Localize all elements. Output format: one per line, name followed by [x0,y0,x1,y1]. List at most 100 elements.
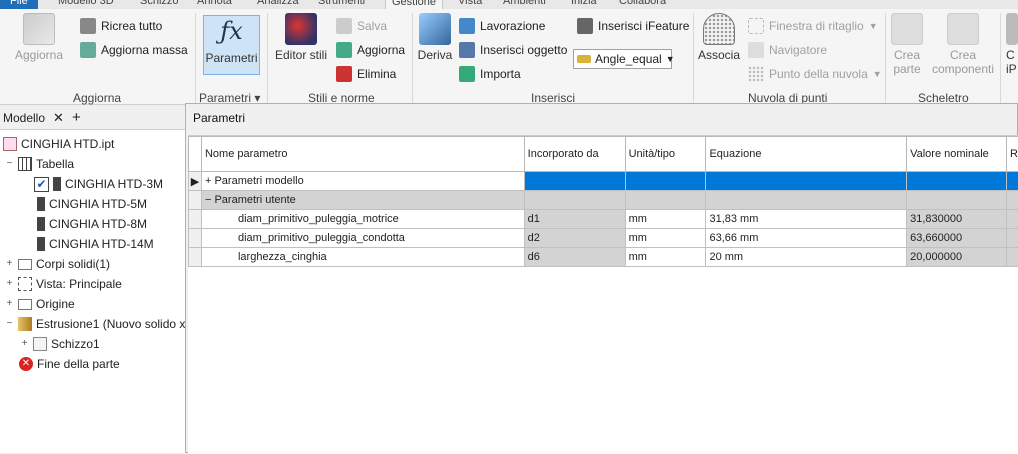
punto-nuvola-button[interactable]: Punto della nuvola ▼ [748,63,882,85]
unit-cell[interactable]: mm [625,210,706,229]
tree-label: Origine [36,297,75,311]
col-header-r[interactable]: R [1006,137,1018,172]
group-row-modello[interactable]: ▶ + Parametri modello [189,172,1018,191]
param-name-cell[interactable]: diam_primitivo_puleggia_motrice [201,210,524,229]
tab-ambienti[interactable]: Ambienti [503,0,546,9]
aggiorna-stili-button[interactable]: Aggiorna [336,39,405,61]
group-row-utente[interactable]: − Parametri utente [189,191,1018,210]
ifeature-combo[interactable]: Angle_equal ▼ [573,49,672,69]
tree-item-corpi-solidi[interactable]: + Corpi solidi(1) [5,254,110,274]
lavorazione-button[interactable]: Lavorazione [459,15,545,37]
expand-icon[interactable]: + [5,260,14,269]
tree-item-htd-8m[interactable]: CINGHIA HTD-8M [37,214,147,234]
tab-modello[interactable]: Modello [3,111,45,125]
separator [1000,13,1001,103]
navigatore-button[interactable]: Navigatore [748,39,827,61]
tree-item-estrusione1[interactable]: − Estrusione1 (Nuovo solido x lar [5,314,202,334]
tab-schizzo[interactable]: Schizzo [140,0,179,9]
col-header-valore[interactable]: Valore nominale [907,137,1007,172]
update-icon [23,13,55,45]
tree-label: Corpi solidi(1) [36,257,110,271]
expand-icon[interactable]: + [5,280,14,289]
inserisci-ifeature-button[interactable]: Inserisci iFeature [577,15,689,37]
tab-inizia[interactable]: Inizia [571,0,597,9]
row-header [189,248,202,267]
tree-item-schizzo1[interactable]: + Schizzo1 [20,334,100,354]
tree-item-root[interactable]: CINGHIA HTD.ipt [3,134,114,154]
aggiorna-massa-label: Aggiorna massa [101,43,188,57]
chevron-down-icon: ▼ [869,21,878,31]
col-header-equazione[interactable]: Equazione [706,137,907,172]
equation-cell[interactable]: 20 mm [706,248,907,267]
table-row[interactable]: diam_primitivo_puleggia_motrice d1 mm 31… [189,210,1018,229]
editor-stili-button[interactable]: Editor stili [274,13,328,62]
tree-item-fine-parte[interactable]: ✕ Fine della parte [19,354,120,374]
dialog-title: Parametri [193,111,245,125]
tree-item-vista[interactable]: + Vista: Principale [5,274,122,294]
extrude-icon [18,317,32,331]
collapse-icon[interactable]: − [5,320,14,329]
tree-item-htd-14m[interactable]: CINGHIA HTD-14M [37,234,154,254]
parametri-big-button[interactable]: ƒ𝑥 Parametri [203,15,260,75]
inserisci-oggetto-button[interactable]: Inserisci oggetto [459,39,567,61]
tab-gestione[interactable]: Gestione [385,0,443,9]
table-row[interactable]: diam_primitivo_puleggia_condotta d2 mm 6… [189,229,1018,248]
equation-cell[interactable]: 31,83 mm [706,210,907,229]
tree-item-tabella[interactable]: − Tabella [5,154,74,174]
col-header-unita[interactable]: Unità/tipo [625,137,706,172]
tab-file[interactable]: File [0,0,38,9]
view-icon [18,277,32,291]
elimina-button[interactable]: Elimina [336,63,396,85]
unit-cell[interactable]: mm [625,229,706,248]
tab-modello-3d[interactable]: Modello 3D [58,0,114,9]
member-icon [53,177,61,191]
importa-button[interactable]: Importa [459,63,521,85]
crea-parte-button[interactable]: Crea parte [889,13,925,76]
inserisci-ifeature-label: Inserisci iFeature [598,19,689,33]
aggiorna-big-label: Aggiorna [15,48,63,62]
unit-cell[interactable]: mm [625,248,706,267]
add-tab-icon[interactable]: + [72,109,81,126]
tab-analizza[interactable]: Analizza [257,0,299,9]
salva-button[interactable]: Salva [336,15,387,37]
tab-annota[interactable]: Annota [197,0,232,9]
crea-componenti-button[interactable]: Crea componenti [928,13,998,76]
col-header-nome[interactable]: Nome parametro [201,137,524,172]
tree-item-htd-3m[interactable]: ✔ CINGHIA HTD-3M [34,174,163,194]
deriva-button[interactable]: Deriva [416,13,454,62]
param-name-cell[interactable]: larghezza_cinghia [201,248,524,267]
tree-item-origine[interactable]: + Origine [5,294,75,314]
ribbon: Aggiorna Ricrea tutto Aggiorna massa Agg… [0,9,1018,105]
expand-icon[interactable]: + [20,340,29,349]
equation-cell[interactable]: 63,66 mm [706,229,907,248]
expand-icon[interactable]: + [5,300,14,309]
navigator-icon [748,42,764,58]
group-label: Parametri utente [214,194,295,206]
aggiorna-big-button[interactable]: Aggiorna [10,13,68,62]
tab-collabora[interactable]: Collabora [619,0,666,9]
table-row[interactable]: larghezza_cinghia d6 mm 20 mm 20,000000 [189,248,1018,267]
col-header-incorporato[interactable]: Incorporato da [524,137,625,172]
group-name-cell[interactable]: + Parametri modello [201,172,524,191]
import-icon [459,66,475,82]
checkbox-checked-icon[interactable]: ✔ [34,177,49,192]
ribbon-tab-bar: File Modello 3D Schizzo Annota Analizza … [0,0,1018,9]
group-name-cell[interactable]: − Parametri utente [201,191,524,210]
aggiorna-massa-button[interactable]: Aggiorna massa [80,39,188,61]
finestra-ritaglio-button[interactable]: Finestra di ritaglio ▼ [748,15,878,37]
associa-button[interactable]: Associa [697,13,741,62]
tree-item-htd-5m[interactable]: CINGHIA HTD-5M [37,194,147,214]
importa-label: Importa [480,67,521,81]
table-cell [1006,229,1018,248]
tab-strumenti[interactable]: Strumenti [318,0,365,9]
close-icon[interactable]: ✕ [53,110,64,126]
point-cloud-icon [703,13,735,45]
table-icon [18,157,32,171]
ricrea-tutto-button[interactable]: Ricrea tutto [80,15,162,37]
collapse-icon[interactable]: − [5,160,14,169]
member-icon [37,197,45,211]
incorporated-by-cell: d2 [524,229,625,248]
tab-vista[interactable]: Vista [458,0,482,9]
param-name-cell[interactable]: diam_primitivo_puleggia_condotta [201,229,524,248]
crea-ipart-button[interactable]: C iP [1006,13,1018,76]
